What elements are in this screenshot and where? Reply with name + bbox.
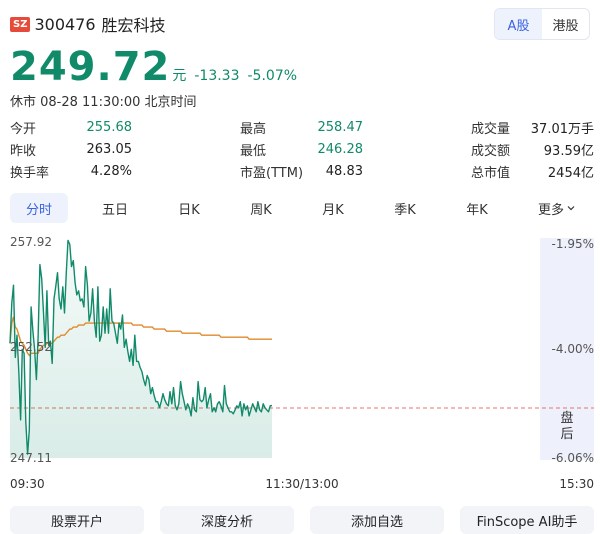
stock-header: SZ 300476 胜宏科技: [10, 12, 166, 36]
stat-value: 263.05: [86, 141, 133, 157]
stat-turnover-rate: 换手率 4.28%: [10, 160, 132, 182]
stat-value: 4.28%: [90, 163, 132, 179]
intraday-chart[interactable]: 257.92 252.52 247.11 -1.95% -4.00% -6.06% 盘后 09…: [0, 230, 600, 500]
stat-pe-ttm: 市盈(TTM) 48.83: [240, 160, 363, 182]
stat-low: 最低 246.28: [240, 138, 363, 160]
price-change: -13.33: [194, 68, 240, 84]
stat-value: 37.01万手: [530, 121, 594, 137]
stat-label: 今开: [10, 121, 37, 137]
y-axis-label-right: -4.00%: [552, 342, 594, 356]
y-axis-label-left: 257.92: [10, 235, 52, 249]
market-hk-button[interactable]: 港股: [542, 9, 589, 39]
x-axis-label: 15:30: [559, 477, 594, 491]
stat-label: 昨收: [10, 143, 37, 159]
tab-more[interactable]: 更多: [524, 193, 590, 223]
tab-quarterly-k[interactable]: 季K: [376, 193, 434, 223]
tab-more-label: 更多: [537, 202, 564, 218]
finscope-ai-button[interactable]: FinScope AI助手: [460, 506, 594, 534]
stat-label: 市盈(TTM): [240, 165, 304, 181]
stock-code: 300476: [34, 14, 96, 34]
x-axis-label: 09:30: [10, 477, 45, 491]
stats-grid: 今开 255.68 最高 258.47 成交量 37.01万手 昨收 263.0…: [10, 116, 594, 182]
stat-value: 2454亿: [547, 165, 594, 181]
chart-period-tabs: 分时 五日 日K 周K 月K 季K 年K 更多: [10, 193, 590, 223]
tab-monthly-k[interactable]: 月K: [304, 193, 362, 223]
stat-turnover: 成交额 93.59亿: [471, 138, 594, 160]
stat-label: 成交额: [471, 143, 511, 159]
stat-high: 最高 258.47: [240, 116, 363, 138]
stat-value: 48.83: [325, 163, 363, 179]
tab-daily-k[interactable]: 日K: [160, 193, 218, 223]
stat-prev-close: 昨收 263.05: [10, 138, 132, 160]
stat-open: 今开 255.68: [10, 116, 132, 138]
stat-label: 换手率: [10, 165, 50, 181]
y-axis-label-right: -1.95%: [552, 237, 594, 251]
y-axis-label-left: 252.52: [10, 340, 52, 354]
x-axis-label: 11:30/13:00: [265, 477, 338, 491]
stat-value: 258.47: [317, 119, 364, 135]
price-unit: 元: [172, 68, 187, 84]
market-toggle: A股 港股: [494, 8, 590, 40]
y-axis-label-left: 247.11: [10, 451, 52, 465]
price-change-percent: -5.07%: [247, 68, 298, 84]
intraday-chart-svg: 257.92 252.52 247.11 -1.95% -4.00% -6.06% 盘后 09…: [9, 235, 594, 491]
current-price: 249.72: [10, 44, 171, 90]
stat-value: 255.68: [86, 119, 133, 135]
exchange-badge: SZ: [10, 16, 31, 32]
chevron-down-icon: [566, 203, 576, 213]
open-account-button[interactable]: 股票开户: [10, 506, 144, 534]
market-a-share-button[interactable]: A股: [495, 9, 542, 39]
stat-label: 成交量: [471, 121, 511, 137]
stock-name: 胜宏科技: [101, 16, 166, 35]
stat-label: 总市值: [471, 165, 511, 181]
tab-intraday[interactable]: 分时: [10, 193, 68, 223]
stat-label: 最高: [240, 121, 267, 137]
market-status: 休市 08-28 11:30:00 北京时间: [10, 95, 197, 110]
stat-value: 246.28: [317, 141, 364, 157]
after-hours-label: 后: [560, 427, 573, 442]
tab-weekly-k[interactable]: 周K: [232, 193, 290, 223]
deep-analysis-button[interactable]: 深度分析: [160, 506, 294, 534]
tab-five-day[interactable]: 五日: [86, 193, 144, 223]
add-watchlist-button[interactable]: 添加自选: [310, 506, 444, 534]
stat-label: 最低: [240, 143, 267, 159]
quote-row: 249.72 元 -13.33 -5.07%: [10, 44, 297, 90]
stat-value: 93.59亿: [543, 143, 594, 159]
tab-yearly-k[interactable]: 年K: [448, 193, 506, 223]
stat-market-cap: 总市值 2454亿: [471, 160, 594, 182]
after-hours-label: 盘: [560, 410, 573, 426]
bottom-action-bar: 股票开户 深度分析 添加自选 FinScope AI助手: [10, 506, 594, 534]
stat-volume: 成交量 37.01万手: [471, 116, 594, 138]
y-axis-label-right: -6.06%: [552, 451, 594, 465]
